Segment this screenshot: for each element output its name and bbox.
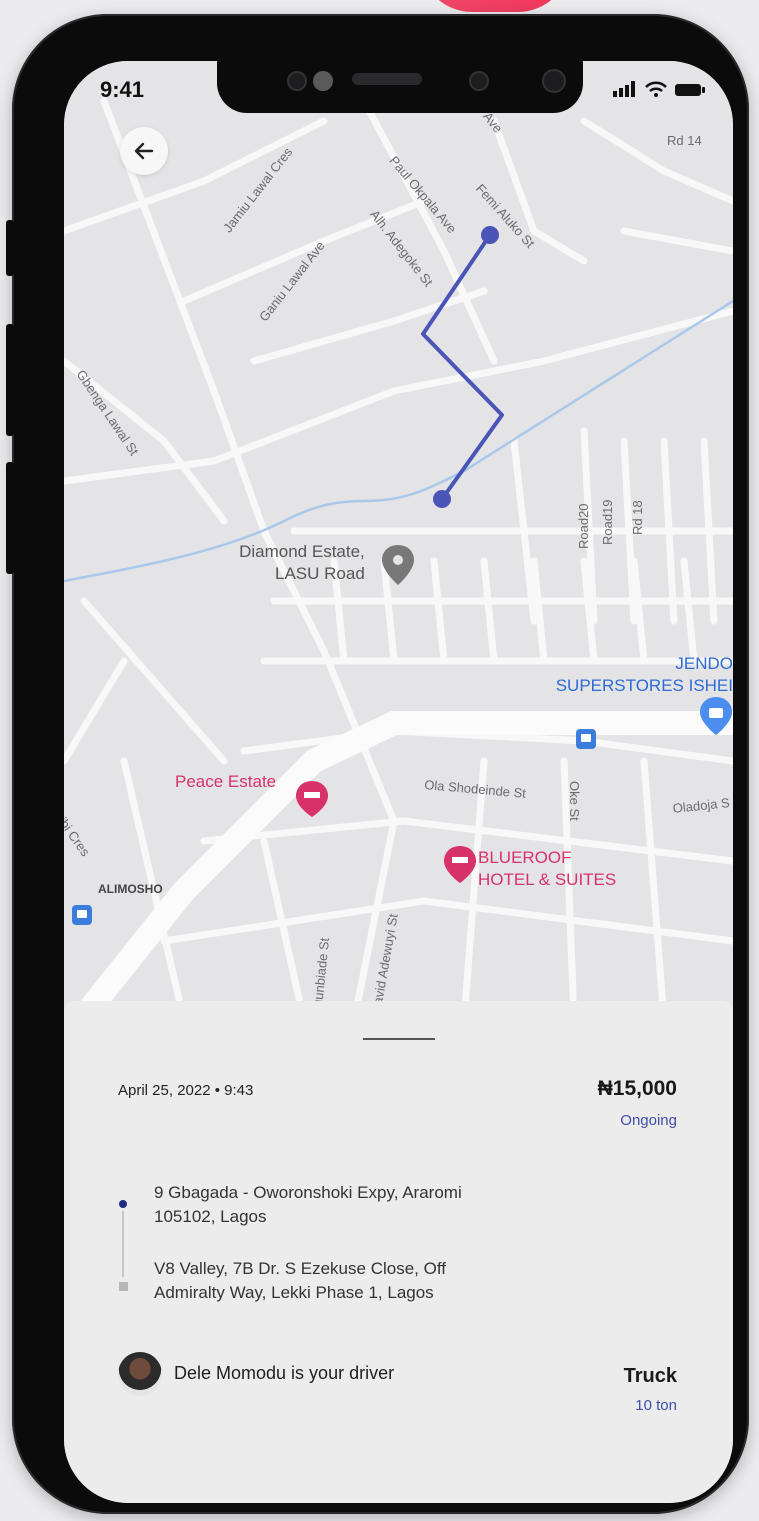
arrow-left-icon <box>134 142 154 160</box>
street-label: Road19 <box>600 499 615 545</box>
status-time: 9:41 <box>100 77 145 102</box>
phone-frame: Ave Rd 14 Jamiu Lawal Cres Paul Okpala A… <box>6 14 749 1514</box>
driver-info: Dele Momodu is your driver <box>174 1363 395 1383</box>
sensor-icon <box>287 71 307 91</box>
camera-icon <box>542 69 566 93</box>
speaker-grille <box>352 73 422 85</box>
poi-diamond-estate[interactable]: Diamond Estate, LASU Road <box>228 541 365 585</box>
back-button[interactable] <box>120 127 168 175</box>
dropoff-square-icon <box>119 1282 128 1291</box>
poi-blueroof-hotel[interactable]: BLUEROOF HOTEL & SUITES <box>478 847 616 891</box>
street-label: Rd 18 <box>630 500 645 535</box>
hotel-icon[interactable] <box>296 781 328 817</box>
volume-down-button <box>6 462 14 574</box>
map-view[interactable]: Ave Rd 14 Jamiu Lawal Cres Paul Okpala A… <box>64 61 733 1021</box>
street-label: Road20 <box>576 503 591 549</box>
dropoff-address: V8 Valley, 7B Dr. S Ezekuse Close, Off A… <box>154 1259 446 1302</box>
pickup-address: 9 Gbagada - Oworonshoki Expy, Araromi 10… <box>154 1183 462 1226</box>
avatar[interactable] <box>118 1352 162 1396</box>
wifi-icon <box>645 81 667 97</box>
pickup-dot-icon <box>119 1200 127 1208</box>
notch <box>217 61 583 113</box>
signal-icon <box>613 81 635 97</box>
status-icons <box>613 81 705 97</box>
vehicle-capacity: 10 ton <box>635 1397 677 1414</box>
trip-status: Ongoing <box>620 1112 677 1129</box>
camera-icon <box>469 71 489 91</box>
drag-handle[interactable] <box>363 1038 435 1040</box>
poi-peace-estate[interactable]: Peace Estate <box>175 771 276 793</box>
phone-screen: Ave Rd 14 Jamiu Lawal Cres Paul Okpala A… <box>64 61 733 1503</box>
vehicle-type: Truck <box>623 1365 677 1387</box>
battery-icon <box>675 84 705 96</box>
trip-details-sheet: April 25, 2022 • 9:43 ₦15,000 Ongoing 9 … <box>64 1001 733 1503</box>
hotel-icon[interactable] <box>444 846 476 883</box>
volume-up-button <box>6 324 14 436</box>
dropoff-marker[interactable] <box>433 490 451 508</box>
street-label: Oke St <box>567 781 582 821</box>
decorative-blob <box>420 0 570 12</box>
bus-stop-icon <box>72 905 92 925</box>
area-label: ALIMOSHO <box>98 882 163 896</box>
bus-stop-icon <box>576 729 596 749</box>
map-canvas <box>64 97 733 1021</box>
sensor-icon <box>313 71 333 91</box>
route-connector <box>122 1211 124 1277</box>
street-label: Rd 14 <box>667 133 702 148</box>
trip-price: ₦15,000 <box>597 1077 677 1100</box>
pickup-marker[interactable] <box>481 226 499 244</box>
trip-datetime: April 25, 2022 • 9:43 <box>118 1082 254 1099</box>
mute-switch <box>6 220 14 276</box>
poi-jendol-superstores[interactable]: JENDO SUPERSTORES ISHEI <box>541 653 733 697</box>
